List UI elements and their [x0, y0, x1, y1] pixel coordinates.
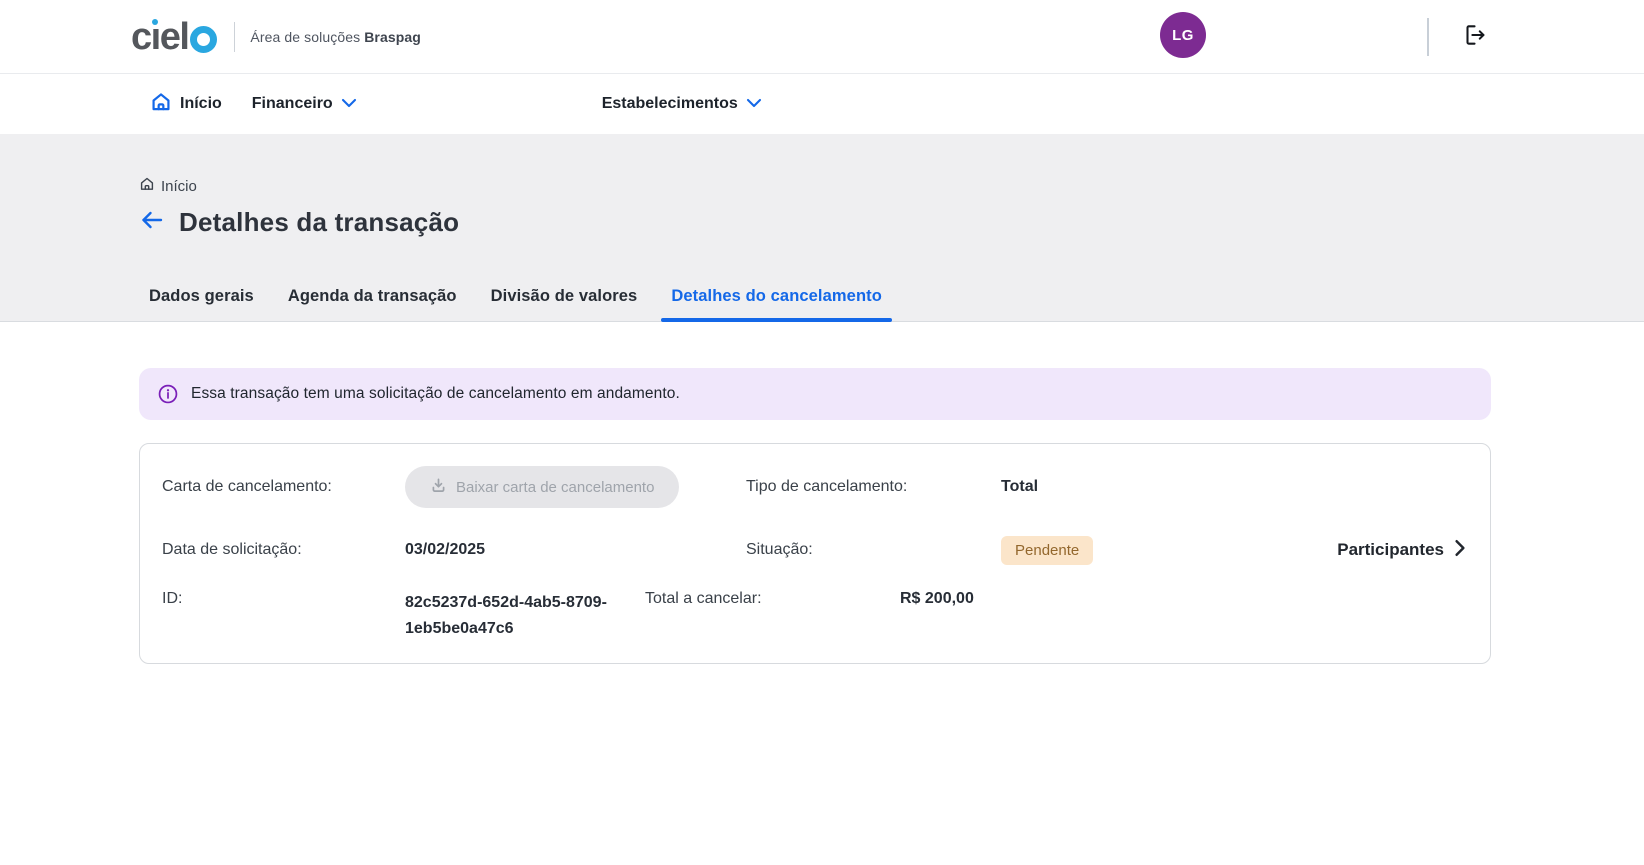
- nav-item-financeiro[interactable]: Financeiro: [252, 94, 357, 114]
- carta-value: Baixar carta de cancelamento: [405, 466, 746, 508]
- main-nav: Início Financeiro Estabelecimentos: [0, 74, 1644, 134]
- situacao-label: Situação:: [746, 541, 813, 558]
- header-divider: [1427, 18, 1429, 56]
- situacao-value: Pendente: [1001, 535, 1337, 565]
- card-row-2: Data de solicitação: 03/02/2025 Situação…: [162, 534, 1466, 566]
- sign-out-icon: [1460, 22, 1488, 53]
- id-label: ID:: [162, 590, 183, 607]
- logo-i-dot: [152, 18, 159, 25]
- card-row-3: ID: 82c5237d-652d-4ab5-8709-1eb5be0a47c6…: [162, 590, 1466, 642]
- main-content: Essa transação tem uma solicitação de ca…: [0, 322, 1644, 664]
- chevron-right-icon: [1454, 539, 1466, 562]
- page-subheader: Início Detalhes da transação Dados gerai…: [0, 134, 1644, 322]
- brand-subtitle-bold: Braspag: [364, 28, 421, 45]
- info-icon: [157, 383, 179, 405]
- brand-divider: [234, 21, 236, 52]
- banner-message: Essa transação tem uma solicitação de ca…: [191, 385, 680, 402]
- home-icon: [139, 176, 155, 196]
- download-cancellation-letter-button[interactable]: Baixar carta de cancelamento: [405, 466, 680, 508]
- data-solicitacao-value: 03/02/2025: [405, 541, 486, 558]
- carta-label: Carta de cancelamento:: [162, 478, 332, 495]
- brand: c ı el Área de soluções Braspag: [131, 18, 421, 56]
- cielo-logo: c ı el: [131, 18, 218, 56]
- card-row-1: Carta de cancelamento: Baixar carta de c…: [162, 466, 1466, 508]
- info-banner: Essa transação tem uma solicitação de ca…: [139, 368, 1491, 420]
- active-tab-underline: [661, 318, 892, 322]
- total-cancelar-label: Total a cancelar:: [645, 590, 762, 607]
- user-avatar[interactable]: LG: [1160, 12, 1206, 58]
- total-cancelar-value: R$ 200,00: [900, 590, 974, 607]
- tipo-value: Total: [1001, 478, 1039, 495]
- home-icon: [150, 91, 172, 118]
- chevron-down-icon: [746, 96, 762, 114]
- brand-subtitle: Área de soluções Braspag: [250, 28, 421, 45]
- nav-item-estabelecimentos[interactable]: Estabelecimentos: [602, 94, 762, 114]
- page-title: Detalhes da transação: [179, 207, 460, 237]
- breadcrumb-label: Início: [161, 177, 197, 195]
- tab-dados-gerais[interactable]: Dados gerais: [139, 287, 264, 321]
- tab-bar: Dados gerais Agenda da transação Divisão…: [139, 287, 906, 322]
- tab-detalhes-do-cancelamento[interactable]: Detalhes do cancelamento: [661, 287, 892, 322]
- tipo-label: Tipo de cancelamento:: [746, 478, 908, 495]
- app-header: c ı el Área de soluções Braspag LG: [0, 0, 1644, 74]
- logo-o-ring: [190, 26, 218, 53]
- tab-divisao-de-valores[interactable]: Divisão de valores: [481, 287, 648, 321]
- nav-item-inicio[interactable]: Início: [150, 91, 222, 118]
- arrow-left-icon: [140, 209, 164, 236]
- breadcrumb[interactable]: Início: [139, 176, 1644, 196]
- back-button[interactable]: [139, 210, 165, 236]
- id-value: 82c5237d-652d-4ab5-8709-1eb5be0a47c6: [405, 594, 607, 637]
- data-solicitacao-label: Data de solicitação:: [162, 541, 302, 558]
- cancellation-details-card: Carta de cancelamento: Baixar carta de c…: [139, 443, 1491, 664]
- download-icon: [430, 477, 447, 498]
- title-row: Detalhes da transação: [139, 207, 1644, 238]
- participantes-link[interactable]: Participantes: [1337, 539, 1466, 562]
- tab-agenda-da-transacao[interactable]: Agenda da transação: [278, 287, 467, 321]
- logout-button[interactable]: [1458, 22, 1490, 52]
- status-badge: Pendente: [1001, 535, 1094, 565]
- chevron-down-icon: [341, 96, 357, 114]
